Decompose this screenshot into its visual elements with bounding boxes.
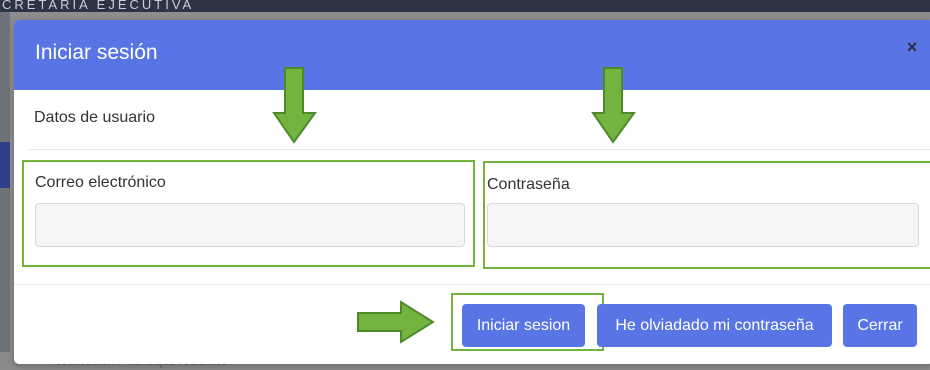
background-left-strip — [0, 12, 10, 370]
section-title: Datos de usuario — [34, 109, 155, 126]
background-blue-block — [0, 142, 10, 188]
password-input[interactable] — [487, 203, 919, 247]
password-label: Contraseña — [487, 176, 570, 193]
email-field-highlight: Correo electrónico — [22, 160, 475, 267]
arrow-down-icon — [272, 67, 317, 144]
email-label: Correo electrónico — [35, 174, 166, 191]
login-modal: Iniciar sesión × Datos de usuario Correo… — [14, 20, 930, 364]
modal-title: Iniciar sesión — [35, 41, 158, 64]
background-header: CRETARIA EJECUTIVA — [0, 0, 930, 12]
arrow-right-icon — [357, 300, 435, 344]
divider — [14, 284, 930, 285]
login-button[interactable]: Iniciar sesion — [462, 304, 585, 347]
forgot-password-button[interactable]: He olviadado mi contraseña — [597, 304, 832, 347]
divider — [29, 149, 930, 150]
password-field-highlight: Contraseña — [483, 161, 930, 269]
close-icon[interactable]: × — [902, 37, 922, 57]
modal-header: Iniciar sesión × — [14, 20, 930, 90]
email-input[interactable] — [35, 203, 465, 247]
background-header-text: CRETARIA EJECUTIVA — [2, 0, 195, 12]
arrow-down-icon — [591, 67, 636, 144]
cancel-button[interactable]: Cerrar — [843, 304, 917, 347]
